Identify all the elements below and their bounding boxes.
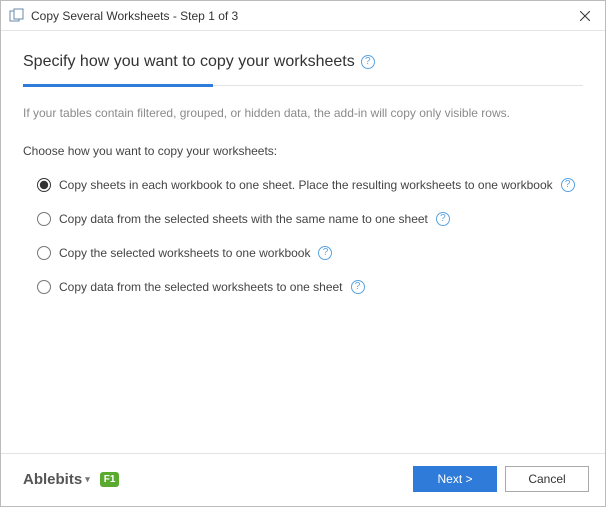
page-heading: Specify how you want to copy your worksh…	[23, 53, 355, 71]
close-button[interactable]	[565, 1, 605, 31]
info-text: If your tables contain filtered, grouped…	[23, 106, 583, 120]
close-icon	[580, 11, 590, 21]
help-icon[interactable]: ?	[561, 178, 575, 192]
radio-group: Copy sheets in each workbook to one shee…	[23, 178, 583, 294]
option-selected-to-one-sheet[interactable]: Copy data from the selected worksheets t…	[37, 280, 583, 294]
cancel-button[interactable]: Cancel	[505, 466, 589, 492]
heading-row: Specify how you want to copy your worksh…	[23, 53, 583, 71]
option-copy-each-to-one-sheet[interactable]: Copy sheets in each workbook to one shee…	[37, 178, 583, 192]
titlebar-title: Copy Several Worksheets - Step 1 of 3	[31, 9, 565, 23]
option-same-name-to-one-sheet[interactable]: Copy data from the selected sheets with …	[37, 212, 583, 226]
next-button[interactable]: Next >	[413, 466, 497, 492]
radio-input[interactable]	[37, 246, 51, 260]
option-selected-to-one-workbook[interactable]: Copy the selected worksheets to one work…	[37, 246, 583, 260]
brand-link[interactable]: Ablebits ▾	[23, 471, 90, 488]
option-label: Copy sheets in each workbook to one shee…	[59, 178, 553, 192]
option-label: Copy the selected worksheets to one work…	[59, 246, 310, 260]
titlebar: Copy Several Worksheets - Step 1 of 3	[1, 1, 605, 31]
brand-label: Ablebits	[23, 471, 82, 488]
dialog-window: Copy Several Worksheets - Step 1 of 3 Sp…	[0, 0, 606, 507]
radio-input[interactable]	[37, 212, 51, 226]
f1-help-badge[interactable]: F1	[100, 472, 120, 487]
content-area: Specify how you want to copy your worksh…	[1, 31, 605, 453]
footer: Ablebits ▾ F1 Next > Cancel	[1, 453, 605, 506]
tab-indicator	[23, 85, 583, 86]
radio-input[interactable]	[37, 178, 51, 192]
radio-input[interactable]	[37, 280, 51, 294]
app-icon	[9, 8, 25, 24]
help-icon[interactable]: ?	[361, 55, 375, 69]
help-icon[interactable]: ?	[351, 280, 365, 294]
chevron-down-icon: ▾	[85, 474, 90, 485]
help-icon[interactable]: ?	[436, 212, 450, 226]
option-label: Copy data from the selected sheets with …	[59, 212, 428, 226]
option-label: Copy data from the selected worksheets t…	[59, 280, 343, 294]
help-icon[interactable]: ?	[318, 246, 332, 260]
choose-label: Choose how you want to copy your workshe…	[23, 144, 583, 158]
